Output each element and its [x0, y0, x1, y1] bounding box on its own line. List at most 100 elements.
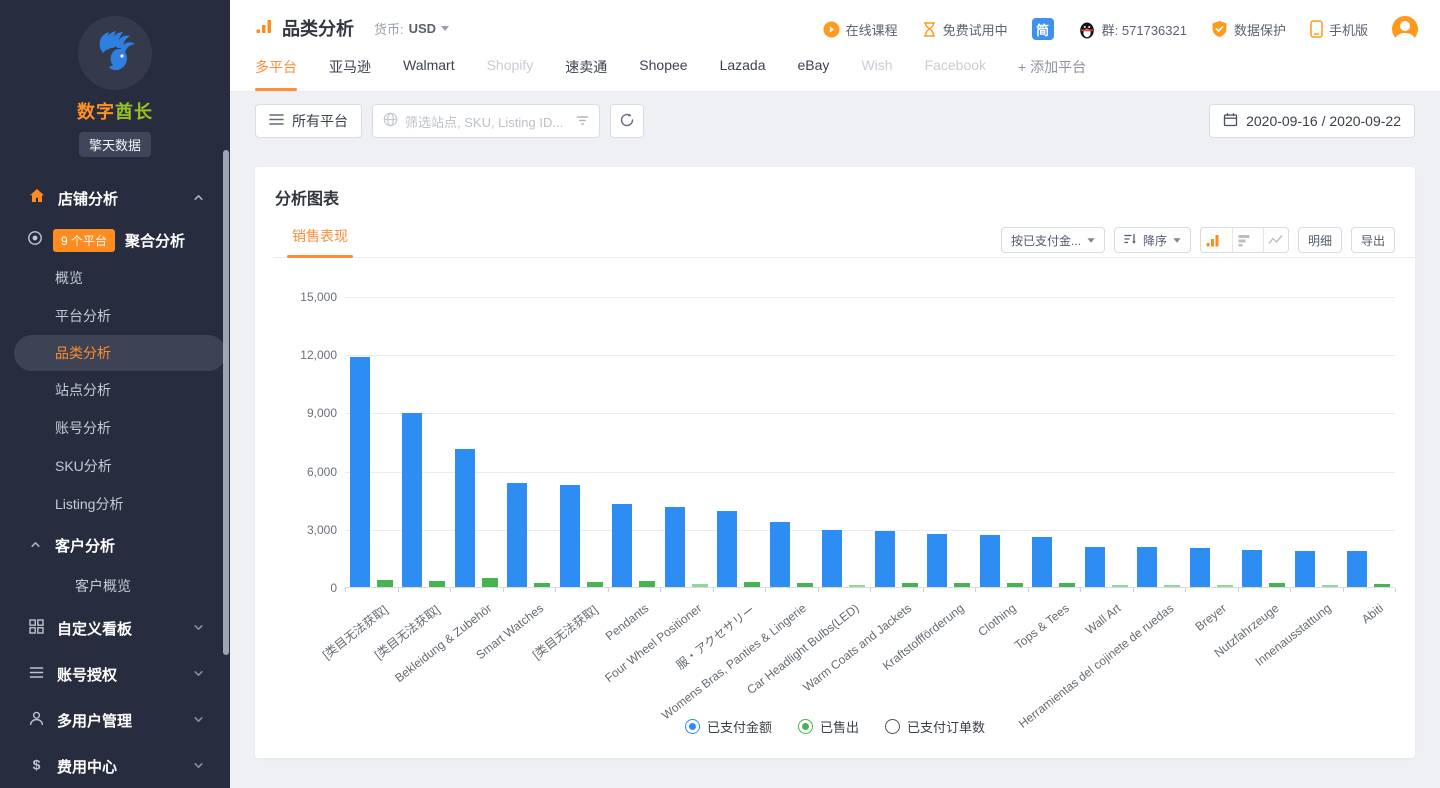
chief-logo-icon	[89, 25, 141, 82]
tab-multi-platform[interactable]: 多平台	[255, 57, 297, 91]
sidebar-item-overview[interactable]: 概览	[0, 259, 230, 297]
legend-item-units-sold[interactable]: 已售出	[798, 717, 859, 736]
bar-paid-amount[interactable]	[350, 357, 370, 587]
bar-units-sold[interactable]	[1164, 585, 1180, 587]
bar-paid-amount[interactable]	[717, 511, 737, 587]
tab-shopify[interactable]: Shopify	[487, 57, 534, 91]
bar-units-sold[interactable]	[1322, 585, 1338, 587]
bar-paid-amount[interactable]	[875, 531, 895, 587]
bar-units-sold[interactable]	[744, 582, 760, 587]
tab-aliexpress[interactable]: 速卖通	[565, 57, 607, 91]
bar-units-sold[interactable]	[639, 581, 655, 587]
date-range-picker[interactable]: 2020-09-16 / 2020-09-22	[1209, 104, 1415, 138]
bar-paid-amount[interactable]	[455, 449, 475, 587]
bar-units-sold[interactable]	[902, 583, 918, 587]
sidebar-item-aggregate-analysis[interactable]: 9 个平台聚合分析	[0, 221, 230, 259]
sidebar-scrollbar[interactable]	[223, 150, 229, 655]
bar-paid-amount[interactable]	[1347, 551, 1367, 587]
sidebar-item-category-analysis[interactable]: 品类分析	[14, 335, 226, 371]
sidebar-item-sku-analysis[interactable]: SKU分析	[0, 447, 230, 485]
header-link-label: 数据保护	[1234, 20, 1286, 39]
tab-walmart[interactable]: Walmart	[403, 57, 455, 91]
bar-paid-amount[interactable]	[1190, 548, 1210, 587]
bar-units-sold[interactable]	[534, 583, 550, 587]
bar-paid-amount[interactable]	[1032, 537, 1052, 587]
header-link-qq-group[interactable]: 群: 571736321	[1078, 20, 1187, 39]
bar-units-sold[interactable]	[377, 580, 393, 587]
line-chart-icon[interactable]	[1263, 228, 1288, 252]
tab-add-platform[interactable]: + 添加平台	[1018, 57, 1086, 91]
bar-units-sold[interactable]	[587, 582, 603, 587]
search-placeholder: 筛选站点, SKU, Listing ID...	[405, 112, 569, 131]
bar-paid-amount[interactable]	[1242, 550, 1262, 587]
tab-wish[interactable]: Wish	[861, 57, 892, 91]
header-link-data-protection[interactable]: 数据保护	[1211, 20, 1286, 39]
header-link-free-trial[interactable]: 免费试用中	[922, 20, 1008, 39]
x-axis-tick	[1238, 588, 1239, 592]
header-link-avatar[interactable]	[1392, 16, 1418, 42]
tab-sales-performance[interactable]: 销售表现	[287, 226, 353, 258]
tab-ebay[interactable]: eBay	[798, 57, 830, 91]
bar-paid-amount[interactable]	[1085, 547, 1105, 587]
bar-paid-amount[interactable]	[1137, 547, 1157, 587]
bar-paid-amount[interactable]	[1295, 551, 1315, 587]
sidebar-item-customer-analysis[interactable]: 客户分析	[0, 523, 230, 567]
header-link-mobile-version[interactable]: 手机版	[1310, 20, 1368, 39]
sidebar-item-custom-dashboard[interactable]: 自定义看板	[0, 605, 230, 651]
bar-units-sold[interactable]	[1112, 585, 1128, 587]
all-platforms-button[interactable]: 所有平台	[255, 104, 362, 138]
bar-paid-amount[interactable]	[927, 534, 947, 587]
legend-item-paid-orders[interactable]: 已支付订单数	[885, 717, 985, 736]
metric-dropdown[interactable]: 按已支付金...	[1001, 227, 1105, 253]
legend-item-paid-amount[interactable]: 已支付金额	[685, 717, 772, 736]
bar-paid-amount[interactable]	[612, 504, 632, 587]
bar-paid-amount[interactable]	[770, 522, 790, 587]
user-avatar	[1392, 16, 1418, 42]
sidebar-item-platform-analysis[interactable]: 平台分析	[0, 297, 230, 335]
sidebar-item-label: 客户分析	[55, 535, 115, 556]
header-link-simplified-badge[interactable]: 简	[1032, 18, 1054, 40]
bar-paid-amount[interactable]	[980, 535, 1000, 587]
sidebar-item-shop-analysis[interactable]: 店铺分析	[0, 175, 230, 221]
sidebar-item-account-analysis[interactable]: 账号分析	[0, 409, 230, 447]
bar-units-sold[interactable]	[797, 583, 813, 587]
sidebar-item-multi-user-management[interactable]: 多用户管理	[0, 697, 230, 743]
horizontal-bar-chart-icon[interactable]	[1232, 228, 1257, 252]
radio-checked-icon	[798, 719, 813, 734]
date-range-value: 2020-09-16 / 2020-09-22	[1246, 113, 1401, 129]
sidebar-item-site-analysis[interactable]: 站点分析	[0, 371, 230, 409]
x-axis-tick	[660, 588, 661, 592]
bar-paid-amount[interactable]	[822, 530, 842, 587]
refresh-button[interactable]	[610, 104, 644, 138]
bar-units-sold[interactable]	[1007, 583, 1023, 587]
tab-lazada[interactable]: Lazada	[720, 57, 766, 91]
bar-units-sold[interactable]	[482, 578, 498, 587]
bar-units-sold[interactable]	[692, 584, 708, 587]
bar-units-sold[interactable]	[1269, 583, 1285, 587]
tab-shopee[interactable]: Shopee	[639, 57, 687, 91]
sidebar-item-customer-overview[interactable]: 客户概览	[0, 567, 230, 605]
sort-dropdown[interactable]: 降序	[1114, 227, 1191, 253]
sidebar-item-cost-center[interactable]: $费用中心	[0, 743, 230, 788]
sidebar-item-listing-analysis[interactable]: Listing分析	[0, 485, 230, 523]
currency-selector[interactable]: 货币: USD	[374, 19, 449, 38]
vertical-bar-chart-icon[interactable]	[1201, 228, 1226, 252]
sidebar-item-account-authorization[interactable]: 账号授权	[0, 651, 230, 697]
tab-facebook[interactable]: Facebook	[925, 57, 986, 91]
bar-units-sold[interactable]	[1374, 584, 1390, 587]
shield-check-icon	[1211, 20, 1228, 38]
detail-button[interactable]: 明细	[1298, 227, 1342, 253]
bar-units-sold[interactable]	[849, 585, 865, 587]
bar-paid-amount[interactable]	[402, 413, 422, 587]
search-input[interactable]: 筛选站点, SKU, Listing ID...	[372, 104, 600, 138]
bar-units-sold[interactable]	[429, 581, 445, 587]
bar-units-sold[interactable]	[1059, 583, 1075, 587]
bar-paid-amount[interactable]	[507, 483, 527, 587]
bar-units-sold[interactable]	[1217, 585, 1233, 587]
header-link-online-course[interactable]: 在线课程	[823, 20, 898, 39]
bar-paid-amount[interactable]	[665, 507, 685, 587]
export-button[interactable]: 导出	[1351, 227, 1395, 253]
tab-amazon[interactable]: 亚马逊	[329, 57, 371, 91]
bar-paid-amount[interactable]	[560, 485, 580, 587]
bar-units-sold[interactable]	[954, 583, 970, 587]
